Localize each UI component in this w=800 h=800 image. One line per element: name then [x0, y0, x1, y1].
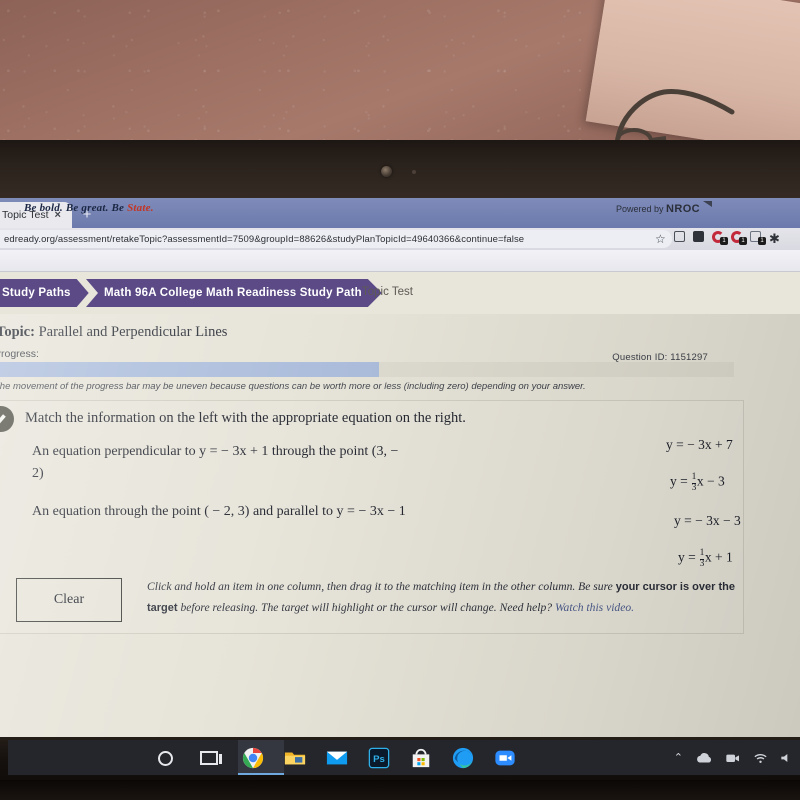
progress-bar-fill	[0, 362, 379, 377]
breadcrumb-item-topic-test: Topic Test	[362, 286, 413, 298]
extension-icon-4[interactable]: 1	[731, 230, 747, 245]
onedrive-cloud-icon[interactable]	[695, 751, 713, 765]
drag-drop-hint: Click and hold an item in one column, th…	[147, 577, 735, 618]
nroc-brand: NROC	[666, 203, 700, 215]
topic-label: Topic:	[0, 324, 35, 340]
topic-name: Parallel and Perpendicular Lines	[34, 324, 228, 340]
breadcrumb-item-study-paths[interactable]: Study Paths	[0, 279, 89, 307]
progress-bar	[0, 362, 734, 377]
wifi-icon[interactable]	[753, 751, 768, 765]
task-view-icon[interactable]	[200, 747, 222, 769]
pencil-icon	[0, 406, 14, 432]
breadcrumb-label-2: Math 96A College Math Readiness Study Pa…	[104, 287, 362, 299]
address-bar[interactable]: edready.org/assessment/retakeTopic?asses…	[0, 230, 672, 248]
fraction-denominator: 3	[691, 482, 697, 493]
laptop-bezel-top	[0, 140, 800, 198]
bookmark-star-icon[interactable]: ☆	[655, 230, 668, 246]
eyeglasses	[615, 89, 735, 146]
watch-video-link[interactable]: Watch this video.	[555, 601, 634, 614]
fraction: 13	[699, 548, 705, 570]
laptop-screen: Topic Test × + edready.org/assessment/re…	[0, 198, 800, 737]
question-id: Question ID: 1151297	[612, 352, 708, 363]
powered-by-prefix: Powered by	[615, 204, 666, 214]
clear-button[interactable]: Clear	[16, 578, 122, 622]
extension-icon-2[interactable]	[693, 230, 706, 243]
extensions-puzzle-icon[interactable]: ✱	[769, 230, 782, 245]
assessment-page: Topic: Parallel and Perpendicular Lines …	[0, 314, 800, 737]
equation-lead: y =	[670, 473, 692, 489]
browser-toolbar: edready.org/assessment/retakeTopic?asses…	[0, 228, 800, 250]
breadcrumb-item-study-path[interactable]: Math 96A College Math Readiness Study Pa…	[86, 279, 382, 307]
camera-tray-icon[interactable]	[725, 751, 741, 765]
site-header-band	[0, 250, 800, 272]
chrome-icon[interactable]	[242, 747, 264, 769]
webcam-icon	[381, 166, 392, 177]
hint-text-part2: before releasing. The target will highli…	[177, 600, 555, 614]
match-right-item[interactable]: y = 13x − 3	[670, 472, 772, 493]
zoom-icon[interactable]	[494, 747, 516, 769]
fraction-numerator: 1	[699, 548, 705, 559]
windows-taskbar: Ps ⌃	[8, 740, 800, 775]
edge-icon[interactable]	[452, 747, 474, 769]
volume-icon[interactable]	[780, 751, 792, 765]
breadcrumb: Study Paths Math 96A College Math Readin…	[0, 272, 800, 314]
svg-text:Ps: Ps	[373, 754, 385, 765]
webcam-indicator-light	[412, 170, 416, 174]
powered-by-nroc: Powered by NROC	[616, 203, 700, 215]
system-tray: ⌃	[674, 740, 792, 775]
match-right-item[interactable]: y = − 3x − 3	[674, 513, 772, 529]
photoshop-icon[interactable]: Ps	[368, 747, 390, 769]
equation-tail: x + 1	[704, 550, 733, 566]
tagline-text: Be bold. Be great. Be	[24, 202, 128, 214]
extension-badge-1: 1	[720, 237, 728, 245]
topic-heading: Topic: Parallel and Perpendicular Lines	[0, 324, 227, 341]
match-right-item[interactable]: y = 13x + 1	[678, 549, 772, 569]
equation-lead: y = − 3x + 7	[666, 437, 733, 452]
hint-text-part1: Click and hold an item in one column, th…	[147, 580, 616, 593]
question-card: Match the information on the left with t…	[0, 400, 744, 634]
fraction-denominator: 3	[699, 559, 705, 570]
fraction-numerator: 1	[691, 472, 697, 482]
equation-lead: y =	[678, 550, 700, 566]
match-right-column: y = − 3x + 7y = 13x − 3y = − 3x − 3y = 1…	[652, 437, 772, 590]
site-tagline: Be bold. Be great. Be State.	[24, 202, 154, 214]
match-left-column: An equation perpendicular to y = − 3x + …	[32, 441, 412, 539]
toolbar-icons: ☆ 1 1 1 ✱	[655, 230, 782, 246]
progress-label: Progress:	[0, 348, 39, 360]
photo-of-laptop-screen: Topic Test × + edready.org/assessment/re…	[0, 0, 800, 800]
pencil-glyph	[0, 413, 6, 425]
microsoft-store-icon[interactable]	[410, 747, 432, 769]
url-text: edready.org/assessment/retakeTopic?asses…	[4, 233, 525, 245]
extension-badge-3: 1	[758, 237, 766, 245]
question-prompt: Match the information on the left with t…	[25, 410, 466, 426]
match-left-item[interactable]: An equation perpendicular to y = − 3x + …	[32, 441, 412, 485]
file-explorer-icon[interactable]	[284, 747, 306, 769]
tagline-highlight: State.	[127, 202, 154, 214]
equation-lead: y = − 3x − 3	[674, 513, 741, 529]
extension-badge-2: 1	[739, 237, 747, 245]
mail-icon[interactable]	[326, 747, 348, 769]
extension-icon-3[interactable]: 1	[712, 230, 728, 245]
extension-icon-1[interactable]	[674, 230, 687, 243]
progress-note: The movement of the progress bar may be …	[0, 381, 586, 392]
fraction: 13	[691, 472, 697, 493]
laptop-lid-edge	[0, 780, 800, 800]
taskbar-icons: Ps	[158, 740, 516, 775]
cortana-icon[interactable]	[158, 747, 180, 769]
extension-icon-5[interactable]: 1	[750, 230, 766, 245]
match-left-item[interactable]: An equation through the point ( − 2, 3) …	[32, 501, 412, 523]
breadcrumb-label-1: Study Paths	[2, 287, 71, 299]
show-hidden-icons-icon[interactable]: ⌃	[674, 751, 683, 764]
equation-tail: x − 3	[696, 473, 725, 489]
match-right-item[interactable]: y = − 3x + 7	[666, 437, 772, 453]
